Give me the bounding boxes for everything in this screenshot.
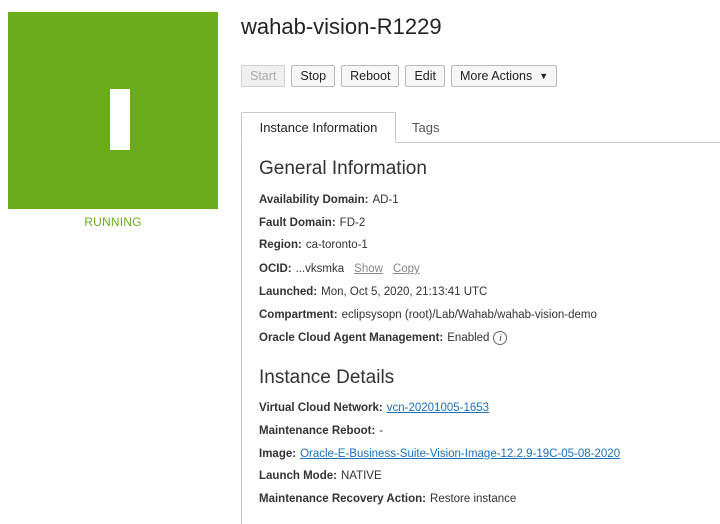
instance-information-panel: General Information Availability Domain:… xyxy=(241,143,720,524)
agent-management-label: Oracle Cloud Agent Management: xyxy=(259,332,444,344)
instance-icon xyxy=(110,89,130,150)
ocid-copy-link[interactable]: Copy xyxy=(393,263,420,275)
image-row: Image: Oracle-E-Business-Suite-Vision-Im… xyxy=(259,448,620,460)
vcn-row: Virtual Cloud Network: vcn-20201005-1653 xyxy=(259,402,489,414)
launched-row: Launched: Mon, Oct 5, 2020, 21:13:41 UTC xyxy=(259,286,487,298)
more-actions-button[interactable]: More Actions ▼ xyxy=(450,65,558,87)
maintenance-reboot-row: Maintenance Reboot: - xyxy=(259,425,383,437)
stop-button[interactable]: Stop xyxy=(291,65,336,87)
region-row: Region: ca-toronto-1 xyxy=(259,239,368,251)
region-value: ca-toronto-1 xyxy=(305,239,368,251)
status-label: RUNNING xyxy=(84,215,142,229)
image-label: Image: xyxy=(259,448,297,460)
fault-domain-value: FD-2 xyxy=(339,217,366,229)
ocid-label: OCID: xyxy=(259,263,292,275)
instance-status-tile xyxy=(8,12,218,209)
compartment-label: Compartment: xyxy=(259,309,338,321)
availability-domain-value: AD-1 xyxy=(372,194,399,206)
tab-instance-information[interactable]: Instance Information xyxy=(241,112,396,143)
availability-domain-label: Availability Domain: xyxy=(259,194,369,206)
page-title: wahab-vision-R1229 xyxy=(241,14,442,39)
launched-value: Mon, Oct 5, 2020, 21:13:41 UTC xyxy=(321,286,488,298)
agent-management-row: Oracle Cloud Agent Management: Enabled i xyxy=(259,331,508,345)
edit-button[interactable]: Edit xyxy=(405,65,445,87)
maintenance-reboot-label: Maintenance Reboot: xyxy=(259,425,376,437)
image-link[interactable]: Oracle-E-Business-Suite-Vision-Image-12.… xyxy=(300,448,620,460)
region-label: Region: xyxy=(259,239,302,251)
recovery-action-value: Restore instance xyxy=(430,493,517,505)
general-information-heading: General Information xyxy=(259,158,427,179)
fault-domain-row: Fault Domain: FD-2 xyxy=(259,217,365,229)
launch-mode-value: NATIVE xyxy=(340,470,382,482)
more-actions-label: More Actions xyxy=(459,69,533,83)
tab-tags[interactable]: Tags xyxy=(412,112,439,142)
maintenance-reboot-value: - xyxy=(379,425,384,437)
info-icon[interactable]: i xyxy=(493,331,508,345)
compartment-value: eclipsysopn (root)/Lab/Wahab/wahab-visio… xyxy=(341,309,597,321)
launched-label: Launched: xyxy=(259,286,318,298)
tab-bar: Instance Information Tags xyxy=(241,112,720,143)
ocid-row: OCID: ...vksmka Show Copy xyxy=(259,263,420,275)
recovery-action-row: Maintenance Recovery Action: Restore ins… xyxy=(259,493,516,505)
reboot-button[interactable]: Reboot xyxy=(341,65,400,87)
agent-management-value: Enabled xyxy=(447,332,490,344)
compartment-row: Compartment: eclipsysopn (root)/Lab/Waha… xyxy=(259,309,597,321)
caret-down-icon: ▼ xyxy=(539,71,549,81)
vcn-label: Virtual Cloud Network: xyxy=(259,402,383,414)
ocid-show-link[interactable]: Show xyxy=(354,263,383,275)
launch-mode-row: Launch Mode: NATIVE xyxy=(259,470,382,482)
recovery-action-label: Maintenance Recovery Action: xyxy=(259,493,427,505)
action-toolbar: Start Stop Reboot Edit More Actions ▼ xyxy=(241,65,558,87)
launch-mode-label: Launch Mode: xyxy=(259,470,337,482)
instance-details-heading: Instance Details xyxy=(259,367,395,388)
start-button[interactable]: Start xyxy=(241,65,286,87)
ocid-value: ...vksmka xyxy=(295,263,345,275)
vcn-link[interactable]: vcn-20201005-1653 xyxy=(387,402,489,414)
availability-domain-row: Availability Domain: AD-1 xyxy=(259,194,399,206)
fault-domain-label: Fault Domain: xyxy=(259,217,336,229)
